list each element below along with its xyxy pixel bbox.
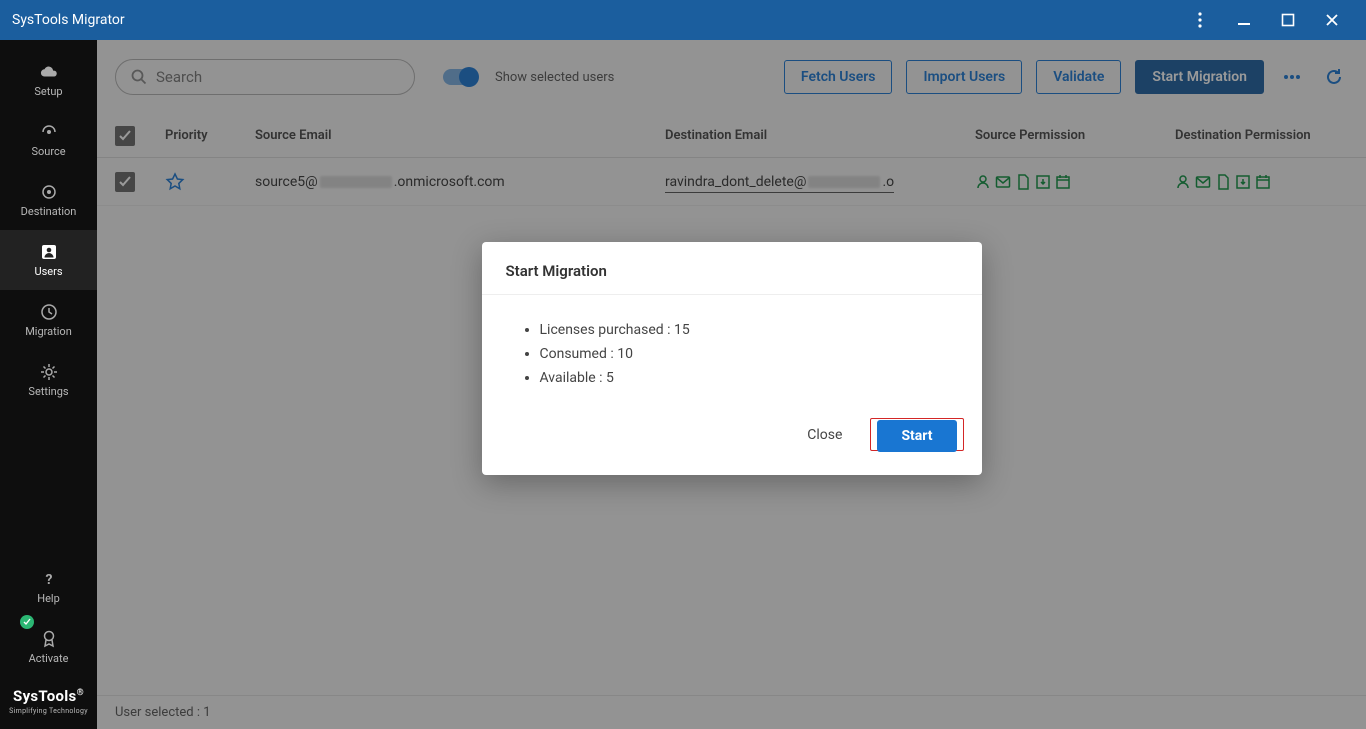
sidebar-item-migration[interactable]: Migration bbox=[0, 290, 97, 350]
sidebar-item-label: Users bbox=[34, 265, 62, 278]
modal-footer: Close Start bbox=[482, 400, 982, 475]
start-migration-modal: Start Migration Licenses purchased : 15 … bbox=[482, 242, 982, 475]
modal-overlay: Start Migration Licenses purchased : 15 … bbox=[97, 40, 1366, 729]
modal-title: Start Migration bbox=[482, 242, 982, 295]
sidebar-item-help[interactable]: ? Help bbox=[0, 557, 97, 617]
svg-text:?: ? bbox=[45, 572, 52, 587]
question-icon: ? bbox=[40, 570, 58, 588]
brand-logo: SysTools® Simplifying Technology bbox=[9, 677, 88, 729]
signal-icon bbox=[40, 123, 58, 141]
sidebar-item-source[interactable]: Source bbox=[0, 110, 97, 170]
licenses-available-text: Available : 5 bbox=[540, 367, 958, 391]
window-title: SysTools Migrator bbox=[12, 12, 125, 28]
maximize-icon[interactable] bbox=[1266, 0, 1310, 40]
modal-start-button[interactable]: Start bbox=[877, 420, 956, 452]
licenses-purchased-text: Licenses purchased : 15 bbox=[540, 319, 958, 343]
clock-icon bbox=[40, 303, 58, 321]
minimize-icon[interactable] bbox=[1222, 0, 1266, 40]
main-content: Show selected users Fetch Users Import U… bbox=[97, 40, 1366, 729]
sidebar-item-label: Settings bbox=[28, 385, 68, 398]
gear-icon bbox=[40, 363, 58, 381]
sidebar-item-label: Migration bbox=[25, 325, 72, 338]
sidebar-item-label: Setup bbox=[34, 85, 62, 98]
sidebar: Setup Source Destination Users Migration… bbox=[0, 40, 97, 729]
target-icon bbox=[40, 183, 58, 201]
modal-close-button[interactable]: Close bbox=[791, 419, 858, 451]
cloud-icon bbox=[40, 63, 58, 81]
users-icon bbox=[40, 243, 58, 261]
sidebar-item-setup[interactable]: Setup bbox=[0, 50, 97, 110]
sidebar-item-destination[interactable]: Destination bbox=[0, 170, 97, 230]
sidebar-item-label: Activate bbox=[29, 652, 69, 665]
kebab-menu-icon[interactable] bbox=[1178, 0, 1222, 40]
licenses-consumed-text: Consumed : 10 bbox=[540, 343, 958, 367]
close-icon[interactable] bbox=[1310, 0, 1354, 40]
sidebar-item-label: Source bbox=[31, 145, 65, 158]
sidebar-item-activate[interactable]: Activate bbox=[0, 617, 97, 677]
status-ok-badge bbox=[20, 615, 34, 629]
sidebar-item-settings[interactable]: Settings bbox=[0, 350, 97, 410]
annotation-highlight: Start bbox=[870, 418, 963, 451]
sidebar-item-label: Destination bbox=[21, 205, 77, 218]
sidebar-item-label: Help bbox=[37, 592, 60, 605]
modal-body: Licenses purchased : 15 Consumed : 10 Av… bbox=[482, 295, 982, 400]
titlebar: SysTools Migrator bbox=[0, 0, 1366, 40]
sidebar-item-users[interactable]: Users bbox=[0, 230, 97, 290]
ribbon-icon bbox=[40, 630, 58, 648]
